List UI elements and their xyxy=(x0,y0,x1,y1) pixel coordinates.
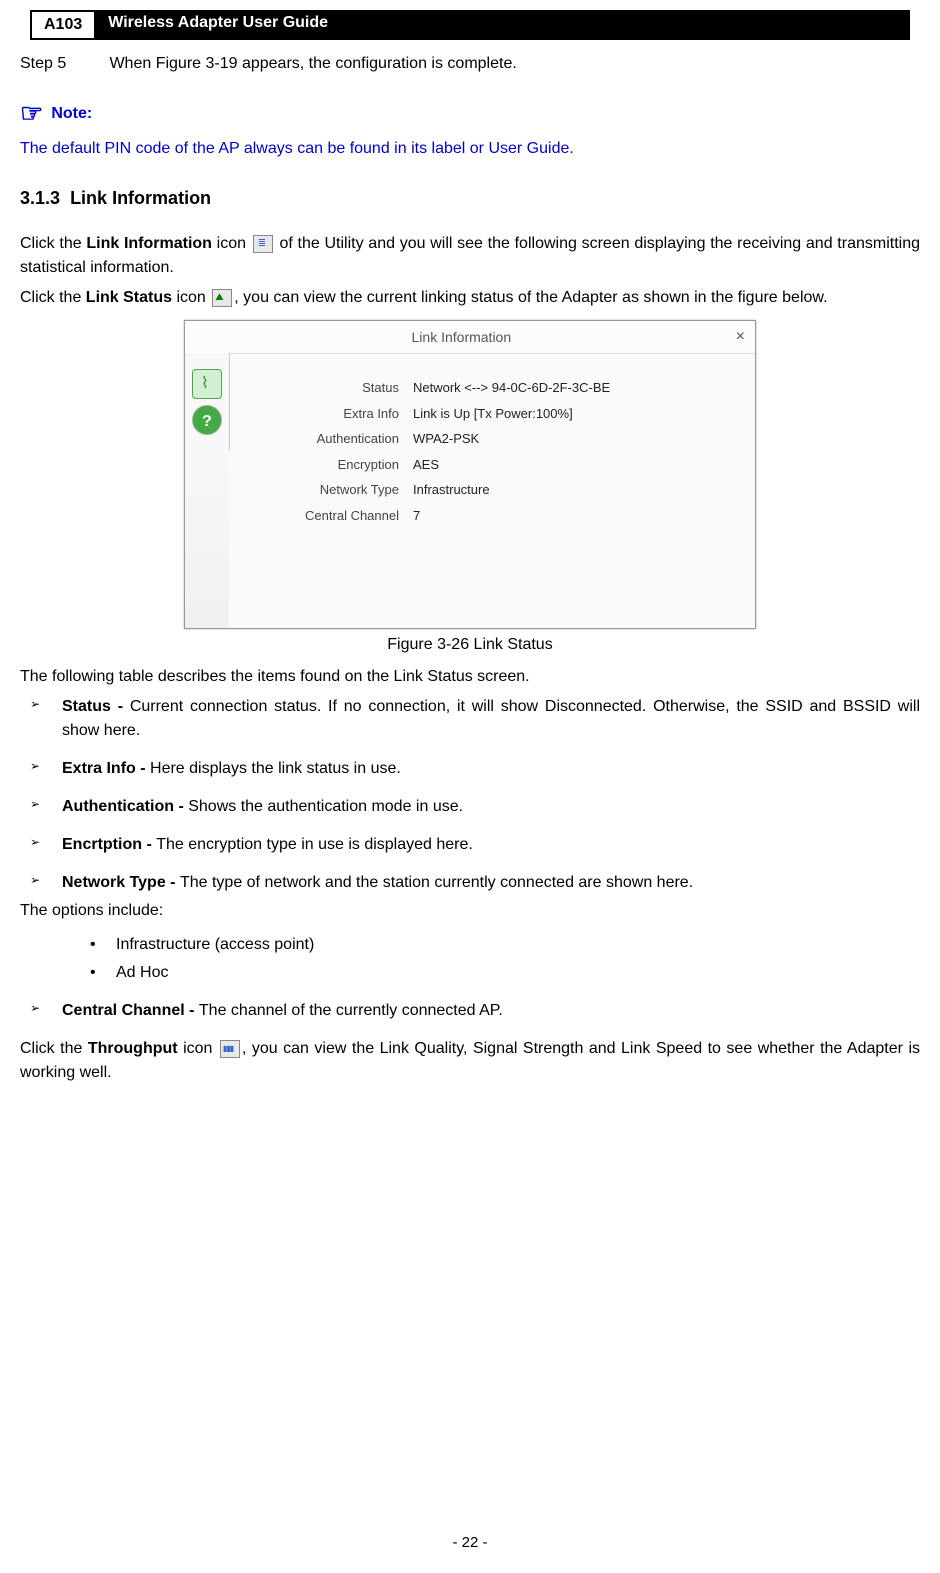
chevron-right-icon: ➢ xyxy=(20,999,50,1023)
throughput-icon xyxy=(220,1040,240,1058)
row-value: Link is Up [Tx Power:100%] xyxy=(413,404,573,424)
central-channel-row: Central Channel 7 xyxy=(249,506,735,526)
section-name: Link Information xyxy=(70,188,211,208)
step-text: When Figure 3-19 appears, the configurat… xyxy=(109,55,516,72)
window-sidebar xyxy=(185,353,230,451)
page-header: A103 Wireless Adapter User Guide xyxy=(30,10,910,40)
row-value: 7 xyxy=(413,506,420,526)
page-number: - 22 - xyxy=(0,1534,940,1551)
subsection-title: 3.1.3 Link Information xyxy=(20,185,920,212)
list-item: ➢ Extra Info - Here displays the link st… xyxy=(20,757,920,781)
row-label: Authentication xyxy=(249,429,413,449)
list-item: ➢ Network Type - The type of network and… xyxy=(20,871,920,895)
row-label: Network Type xyxy=(249,480,413,500)
status-row: Status Network <--> 94-0C-6D-2F-3C-BE xyxy=(249,378,735,398)
chevron-right-icon: ➢ xyxy=(20,757,50,781)
paragraph-3: Click the Throughput icon , you can view… xyxy=(20,1037,920,1085)
list-item: ➢ Central Channel - The channel of the c… xyxy=(20,999,920,1023)
paragraph-1: Click the Link Information icon of the U… xyxy=(20,232,920,280)
bullet-list-2: ➢ Central Channel - The channel of the c… xyxy=(20,999,920,1023)
intro-2: The following table describes the items … xyxy=(20,665,920,689)
sub-list-item: • Infrastructure (access point) xyxy=(90,933,920,957)
bullet-icon: • xyxy=(90,933,116,957)
row-label: Central Channel xyxy=(249,506,413,526)
window-titlebar: Link Information × xyxy=(185,321,755,353)
step-label: Step 5 xyxy=(20,52,105,76)
chevron-right-icon: ➢ xyxy=(20,795,50,819)
step-line: Step 5 When Figure 3-19 appears, the con… xyxy=(20,52,920,76)
row-label: Status xyxy=(249,378,413,398)
bullet-icon: • xyxy=(90,961,116,985)
row-value: Infrastructure xyxy=(413,480,490,500)
row-value: WPA2-PSK xyxy=(413,429,479,449)
pointing-hand-icon: ☞ xyxy=(20,94,43,133)
list-item: ➢ Encrtption - The encryption type in us… xyxy=(20,833,920,857)
link-information-icon xyxy=(253,235,273,253)
chevron-right-icon: ➢ xyxy=(20,871,50,895)
row-value: Network <--> 94-0C-6D-2F-3C-BE xyxy=(413,378,610,398)
note-body: The default PIN code of the AP always ca… xyxy=(20,137,920,161)
figure-caption: Figure 3-26 Link Status xyxy=(20,633,920,657)
product-code: A103 xyxy=(30,10,96,40)
row-value: AES xyxy=(413,455,439,475)
help-icon[interactable] xyxy=(192,405,222,435)
bullet-list: ➢ Status - Current connection status. If… xyxy=(20,695,920,895)
section-number: 3.1.3 xyxy=(20,188,60,208)
note-header: ☞ Note: xyxy=(20,94,920,133)
paragraph-2: Click the Link Status icon , you can vie… xyxy=(20,286,920,310)
row-label: Extra Info xyxy=(249,404,413,424)
chevron-right-icon: ➢ xyxy=(20,833,50,857)
row-label: Encryption xyxy=(249,455,413,475)
note-label: Note: xyxy=(51,102,92,126)
chevron-right-icon: ➢ xyxy=(20,695,50,743)
options-include: The options include: xyxy=(20,899,920,923)
link-status-icon xyxy=(212,289,232,307)
list-item: ➢ Status - Current connection status. If… xyxy=(20,695,920,743)
sub-list-item: • Ad Hoc xyxy=(90,961,920,985)
sub-list: • Infrastructure (access point) • Ad Hoc xyxy=(20,933,920,985)
wifi-signal-icon[interactable] xyxy=(192,369,222,399)
window-main: Status Network <--> 94-0C-6D-2F-3C-BE Ex… xyxy=(229,353,755,628)
list-item: ➢ Authentication - Shows the authenticat… xyxy=(20,795,920,819)
close-icon[interactable]: × xyxy=(732,325,749,349)
network-type-row: Network Type Infrastructure xyxy=(249,480,735,500)
encryption-row: Encryption AES xyxy=(249,455,735,475)
link-information-window: Link Information × Status Network <--> 9… xyxy=(184,320,756,629)
window-title: Link Information xyxy=(191,327,732,348)
guide-title: Wireless Adapter User Guide xyxy=(96,10,910,40)
authentication-row: Authentication WPA2-PSK xyxy=(249,429,735,449)
extra-info-row: Extra Info Link is Up [Tx Power:100%] xyxy=(249,404,735,424)
